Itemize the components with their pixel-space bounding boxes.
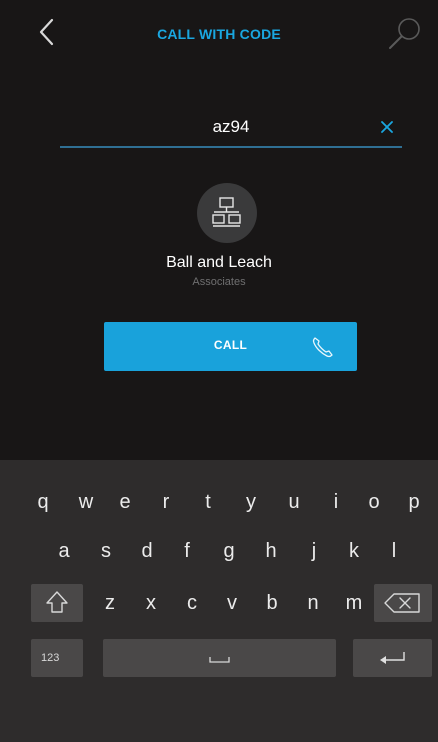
company-name: Ball and Leach xyxy=(166,254,272,271)
close-icon xyxy=(381,121,393,133)
shift-key[interactable] xyxy=(31,584,83,622)
key[interactable]: i xyxy=(321,482,351,522)
key[interactable]: e xyxy=(110,482,140,522)
code-input-underline xyxy=(60,146,402,148)
company-subtitle: Associates xyxy=(192,276,246,288)
key[interactable]: a xyxy=(49,531,79,571)
call-button[interactable]: CALL xyxy=(104,322,357,371)
space-icon xyxy=(209,657,230,663)
key[interactable]: u xyxy=(279,482,309,522)
key[interactable]: p xyxy=(399,482,429,522)
key[interactable]: z xyxy=(95,583,125,623)
key[interactable]: l xyxy=(379,531,409,571)
key[interactable]: y xyxy=(236,482,266,522)
backspace-key[interactable] xyxy=(374,584,432,622)
key[interactable]: g xyxy=(214,531,244,571)
key[interactable]: h xyxy=(256,531,286,571)
search-button[interactable] xyxy=(382,12,428,58)
key[interactable]: o xyxy=(359,482,389,522)
key[interactable]: t xyxy=(193,482,223,522)
key[interactable]: w xyxy=(71,482,101,522)
code-field xyxy=(60,108,402,148)
numbers-key[interactable]: 123 xyxy=(31,639,83,677)
space-key[interactable] xyxy=(103,639,336,677)
header-bar: CALL WITH CODE xyxy=(0,0,438,70)
key[interactable]: r xyxy=(151,482,181,522)
key[interactable]: d xyxy=(132,531,162,571)
backspace-icon xyxy=(384,593,420,613)
key[interactable]: s xyxy=(91,531,121,571)
key[interactable]: j xyxy=(299,531,329,571)
organization-icon xyxy=(212,197,241,227)
phone-icon xyxy=(312,337,333,358)
key[interactable]: n xyxy=(298,583,328,623)
call-with-code-screen: CALL WITH CODE Ball and Leach xyxy=(0,0,438,742)
page-title: CALL WITH CODE xyxy=(157,26,281,42)
company-avatar xyxy=(197,183,257,243)
enter-key[interactable] xyxy=(353,639,432,677)
search-icon xyxy=(389,18,420,49)
key[interactable]: k xyxy=(339,531,369,571)
key[interactable]: v xyxy=(217,583,247,623)
code-input[interactable] xyxy=(60,108,402,146)
key[interactable]: x xyxy=(136,583,166,623)
key[interactable]: f xyxy=(172,531,202,571)
shift-icon xyxy=(46,591,68,613)
key[interactable]: q xyxy=(28,482,58,522)
key[interactable]: b xyxy=(257,583,287,623)
enter-icon xyxy=(380,652,405,664)
clear-code-button[interactable] xyxy=(376,116,398,138)
keyboard: q w e r t y u i o p a s d f g h j k l z … xyxy=(0,460,438,742)
key[interactable]: c xyxy=(177,583,207,623)
key[interactable]: m xyxy=(339,583,369,623)
numbers-key-label: 123 xyxy=(41,652,60,664)
